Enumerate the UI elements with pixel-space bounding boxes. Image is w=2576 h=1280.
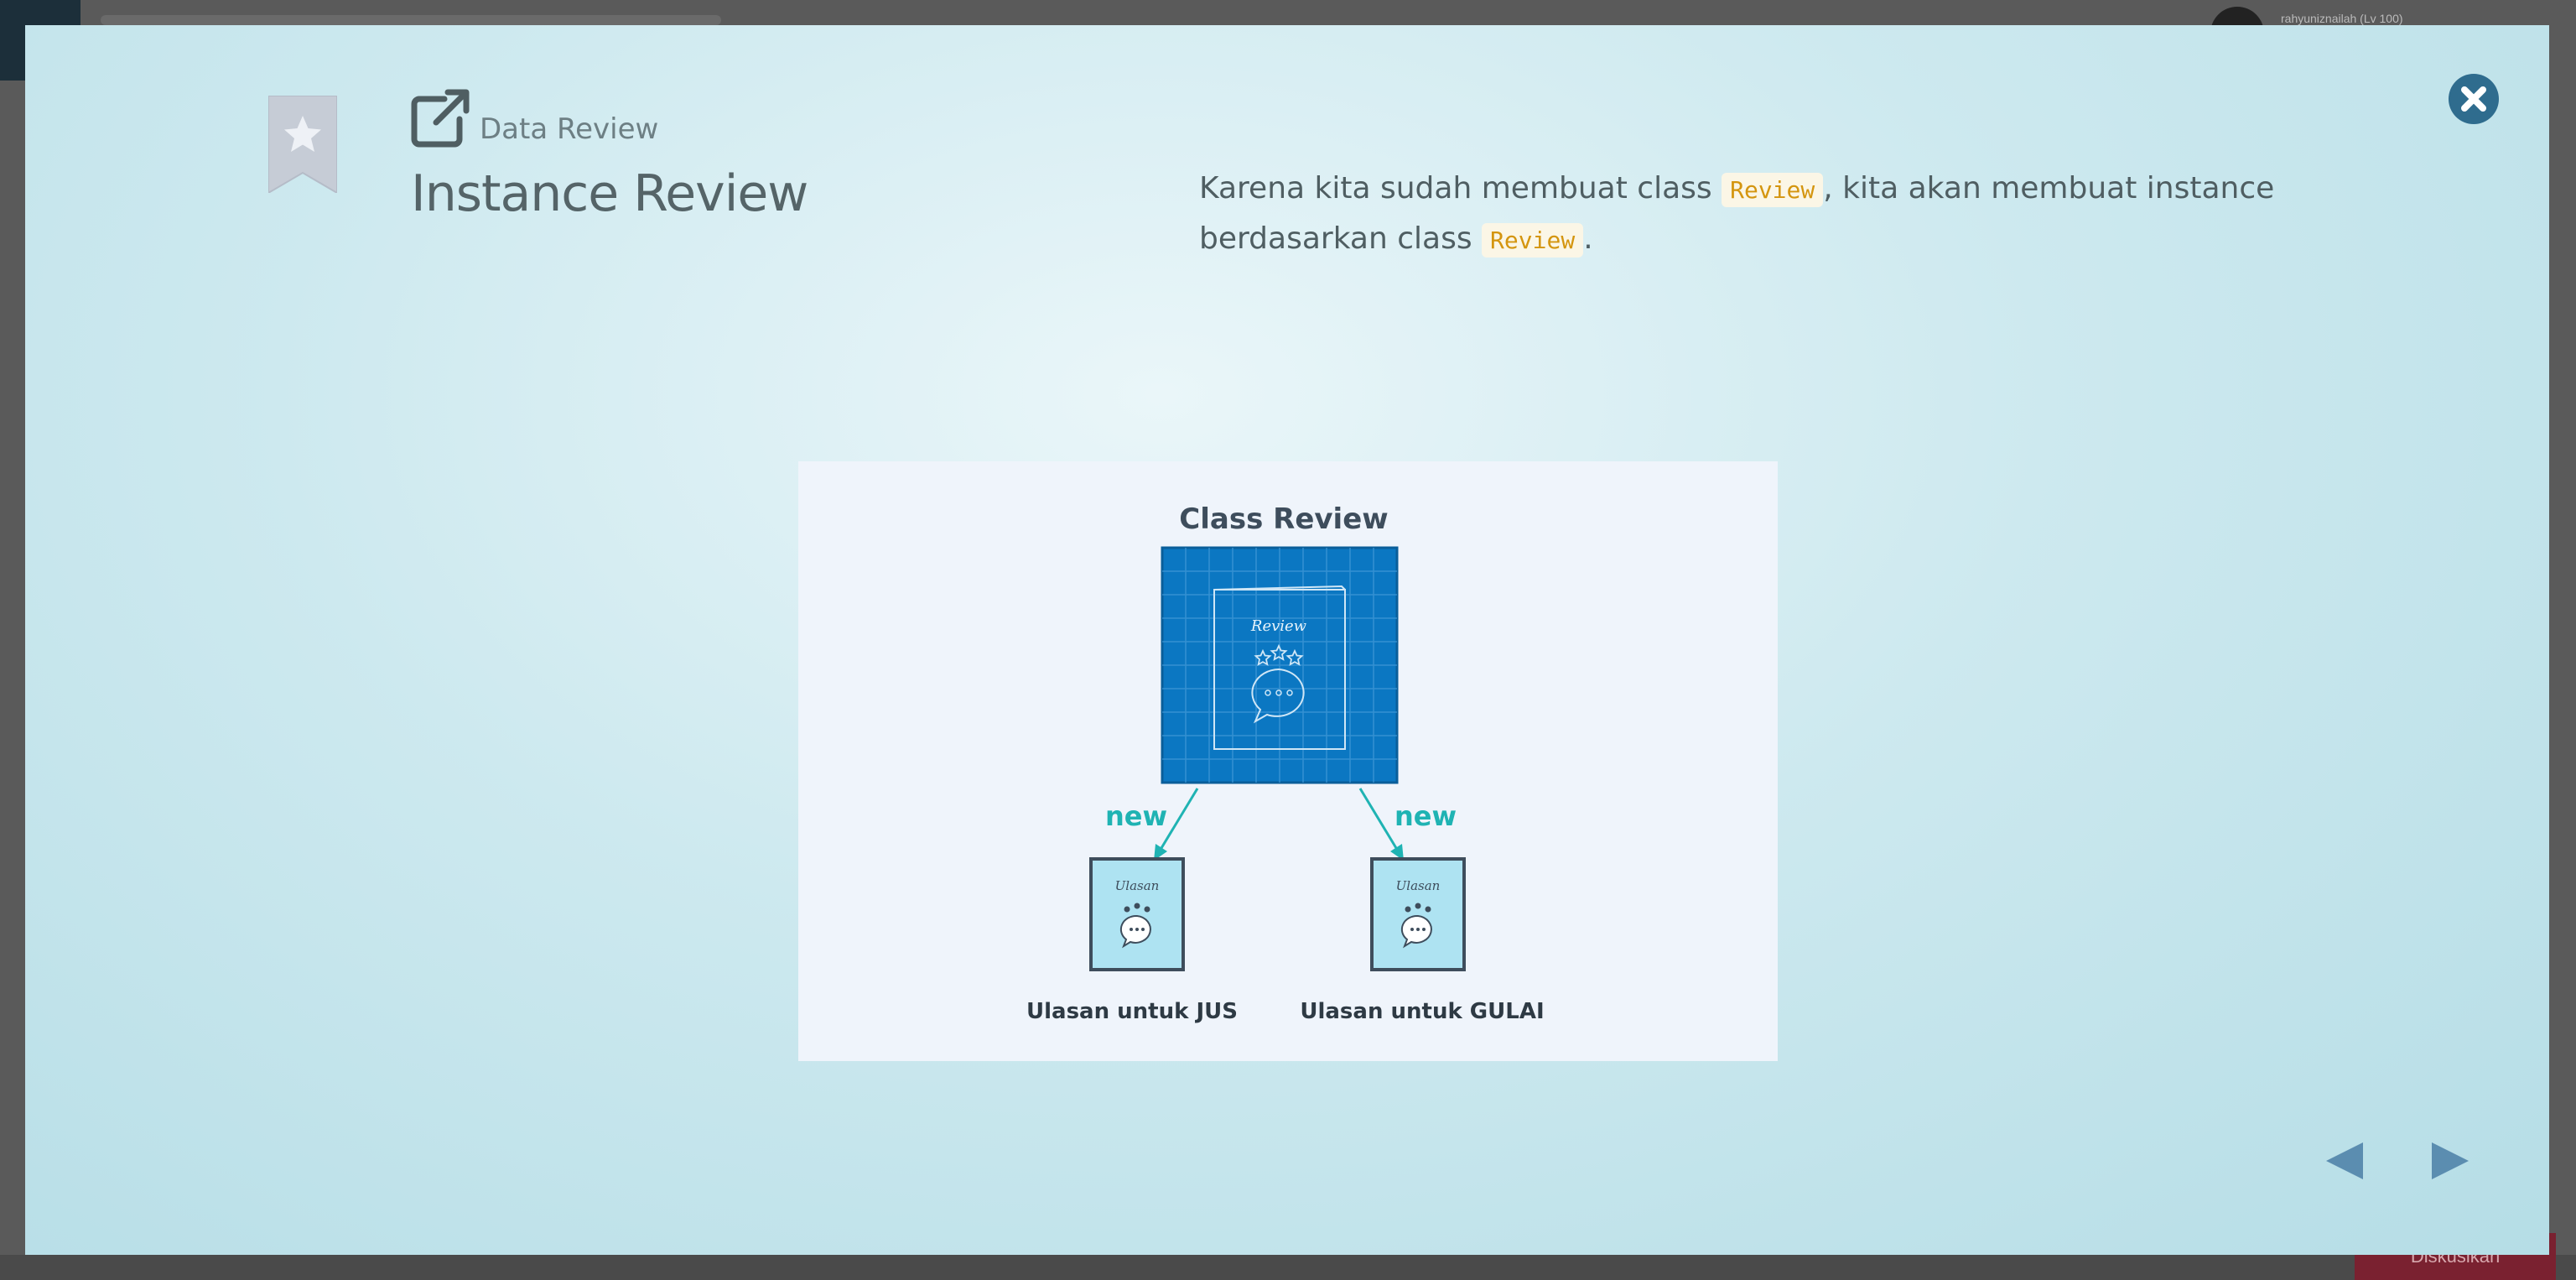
- instance-right-caption: Ulasan untuk GULAI: [1300, 999, 1544, 1024]
- description-text: .: [1583, 221, 1593, 256]
- lesson-modal: Data Review Instance Review Karena kita …: [25, 25, 2549, 1255]
- instance-right-card-label: Ulasan: [1396, 878, 1441, 893]
- close-icon: [2461, 86, 2486, 112]
- class-review-box: Review: [1161, 546, 1399, 784]
- external-link-icon[interactable]: [411, 89, 470, 148]
- background-search-bar: [101, 15, 721, 25]
- description-text: Karena kita sudah membuat class: [1199, 171, 1722, 206]
- diagram-canvas: Class Review Review new new Ulasan Ulasa…: [1026, 502, 1545, 1024]
- instance-left-caption: Ulasan untuk JUS: [1026, 999, 1238, 1024]
- instance-left-card-label: Ulasan: [1115, 878, 1160, 893]
- instance-jus-box: Ulasan: [1089, 857, 1185, 971]
- class-card-label: Review: [1250, 617, 1307, 635]
- arrow-left-label: new: [1105, 800, 1167, 832]
- bookmark-star-icon[interactable]: [268, 96, 337, 193]
- lesson-description: Karena kita sudah membuat class Review, …: [1199, 164, 2331, 265]
- next-slide-button[interactable]: [2425, 1137, 2472, 1184]
- instance-gulai-box: Ulasan: [1370, 857, 1466, 971]
- code-snippet: Review: [1482, 223, 1584, 258]
- breadcrumb: Data Review: [480, 112, 659, 146]
- class-instance-diagram: Class Review Review new new Ulasan Ulasa…: [798, 461, 1778, 1061]
- code-snippet: Review: [1722, 173, 1824, 207]
- prev-slide-button[interactable]: [2323, 1137, 2370, 1184]
- user-label: rahyuniznailah (Lv 100): [2281, 12, 2403, 25]
- background-footer-bar: [0, 1255, 2576, 1280]
- diagram-title: Class Review: [1179, 502, 1388, 536]
- triangle-right-icon: [2432, 1142, 2469, 1179]
- triangle-left-icon: [2326, 1142, 2363, 1179]
- page-title: Instance Review: [411, 164, 808, 223]
- arrow-right-label: new: [1394, 800, 1457, 832]
- close-button[interactable]: [2449, 74, 2499, 124]
